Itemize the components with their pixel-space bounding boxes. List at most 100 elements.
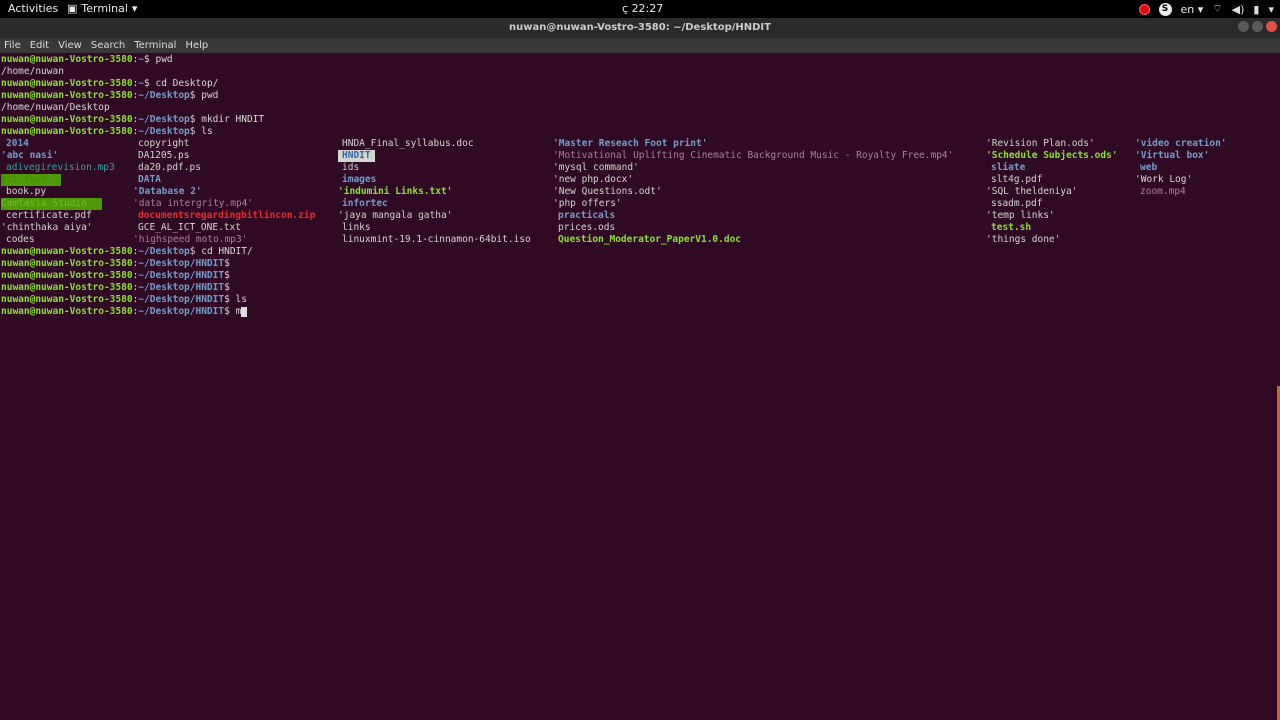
ls-entry: ids [342,162,360,173]
ls-entry: 'Work Log' [1135,174,1193,185]
terminal-line: nuwan@nuwan-Vostro-3580:~/Desktop/HNDIT$… [1,294,247,305]
command-text: cd Desktop/ [155,78,219,89]
terminal-line: nuwan@nuwan-Vostro-3580:~/Desktop$ ls [1,126,213,137]
clock[interactable]: ç 22:27 [622,2,663,15]
ls-entry: Question_Moderator_PaperV1.0.doc [558,234,742,245]
menu-terminal[interactable]: Terminal [134,40,176,51]
wifi-icon[interactable]: ⌔ [1212,2,1222,16]
terminal-line: nuwan@nuwan-Vostro-3580:~/Desktop/HNDIT$ [1,258,230,269]
ls-entry: zoom.mp4 [1140,186,1186,197]
menu-edit[interactable]: Edit [30,40,49,51]
prompt-user: nuwan@nuwan-Vostro-3580 [1,78,133,89]
ls-entry: 'abc nasi' [1,150,59,161]
prompt-path: ~/Desktop/HNDIT [138,306,225,317]
minimize-button[interactable] [1238,21,1249,32]
clock-prefix: ç [622,2,629,15]
window-controls [1238,21,1277,32]
prompt-path: ~/Desktop [138,114,190,125]
prompt-user: nuwan@nuwan-Vostro-3580 [1,246,133,257]
ls-entry: test.sh [991,222,1032,233]
terminal-line: nuwan@nuwan-Vostro-3580:~/Desktop/HNDIT$ [1,282,230,293]
ls-entry: web [1140,162,1158,173]
ls-entry: 'Revision Plan.ods' [986,138,1095,149]
ls-entry: 'new php.docx' [553,174,634,185]
terminal-prompt-current[interactable]: nuwan@nuwan-Vostro-3580:~/Desktop/HNDIT$… [1,306,248,318]
ls-entry: slt4g.pdf [991,174,1043,185]
ls-entry: codes [6,234,35,245]
prompt-path: ~/Desktop/HNDIT [138,258,225,269]
terminal-line: nuwan@nuwan-Vostro-3580:~/Desktop$ cd HN… [1,246,253,257]
menu-view[interactable]: View [58,40,82,51]
ls-entry: 'Schedule Subjects.ods' [986,150,1118,161]
terminal-line: nuwan@nuwan-Vostro-3580:~/Desktop$ mkdir… [1,114,265,125]
ls-entry: 'chinthaka aiya' [1,222,93,233]
skype-icon[interactable]: S [1158,2,1172,16]
menu-search[interactable]: Search [91,40,125,51]
record-icon[interactable] [1138,3,1150,15]
app-menu[interactable]: ▣ Terminal ▾ [67,2,137,15]
ls-entry: linuxmint-19.1-cinnamon-64bit.iso [342,234,531,245]
window-titlebar[interactable]: nuwan@nuwan-Vostro-3580: ~/Desktop/HNDIT [0,18,1280,38]
activities-button[interactable]: Activities [8,2,58,15]
app-menu-label: Terminal [81,2,128,15]
ls-entry: practicals [558,210,616,221]
prompt-user: nuwan@nuwan-Vostro-3580 [1,270,133,281]
ls-entry: prices.ods [558,222,616,233]
prompt-path: ~ [138,54,145,65]
window-title: nuwan@nuwan-Vostro-3580: ~/Desktop/HNDIT [509,22,771,33]
ls-entry: 2014 [6,138,29,149]
maximize-button[interactable] [1252,21,1263,32]
command-text: cd HNDIT/ [201,246,253,257]
ls-entry: HNDA_Final_syllabus.doc [342,138,474,149]
ls-entry: 'mysql command' [553,162,639,173]
top-bar: Activities ▣ Terminal ▾ ç 22:27 S en ▾ ⌔… [0,0,1280,18]
ls-entry: 'temp links' [986,210,1055,221]
prompt-path: ~/Desktop [138,126,190,137]
terminal-line: nuwan@nuwan-Vostro-3580:~/Desktop/HNDIT$ [1,270,230,281]
menu-help[interactable]: Help [185,40,208,51]
command-text: ls [201,126,213,137]
ls-entry: copyright [138,138,190,149]
ls-entry: Camtasia Studio [1,198,102,210]
ls-entry: DATA [138,174,161,185]
prompt-user: nuwan@nuwan-Vostro-3580 [1,258,133,269]
ls-entry: 'highspeed moto.mp3' [133,234,248,245]
volume-icon[interactable]: ◀) [1232,3,1245,16]
ls-entry: 'jaya mangala gatha' [338,210,453,221]
language-indicator[interactable]: en ▾ [1181,3,1204,16]
ls-entry: 'Database 2' [133,186,202,197]
ls-entry: adivegirevision.mp3 [6,162,115,173]
command-text: pwd [155,54,173,65]
text-cursor [241,306,248,317]
battery-icon[interactable]: ▮ [1253,3,1259,16]
terminal-output: /home/nuwan/Desktop [1,102,110,113]
ls-entry: links [342,222,371,233]
prompt-path: ~ [138,78,145,89]
ls-entry: 'SQL theldeniya' [986,186,1078,197]
ls-entry: da20.pdf.ps [138,162,201,173]
menu-file[interactable]: File [4,40,21,51]
ls-entry: 'video creation' [1135,138,1227,149]
prompt-user: nuwan@nuwan-Vostro-3580 [1,114,133,125]
command-text: pwd [201,90,219,101]
ls-entry: 'Virtual box' [1135,150,1210,161]
prompt-user: nuwan@nuwan-Vostro-3580 [1,90,133,101]
clock-time: 22:27 [631,2,664,15]
ls-entry: GCE_AL_ICT_ONE.txt [138,222,241,233]
command-text: ls [235,294,247,305]
prompt-user: nuwan@nuwan-Vostro-3580 [1,282,133,293]
ls-entry: 'Master Reseach Foot print' [553,138,708,149]
terminal-view[interactable]: nuwan@nuwan-Vostro-3580:~$ pwd /home/nuw… [0,53,1280,720]
ls-entry: ssadm.pdf [991,198,1043,209]
close-button[interactable] [1266,21,1277,32]
terminal-line: nuwan@nuwan-Vostro-3580:~$ pwd [1,54,173,65]
ls-entry: 'indumini Links.txt' [338,186,453,197]
prompt-path: ~/Desktop [138,90,190,101]
ls-entry: certificate.pdf [6,210,92,221]
ls-entry: book.py [6,186,47,197]
prompt-path: ~/Desktop/HNDIT [138,270,225,281]
chevron-down-icon[interactable]: ▾ [1268,3,1274,16]
ls-entry: 'New Questions.odt' [553,186,662,197]
prompt-path: ~/Desktop [138,246,190,257]
terminal-icon: ▣ [67,2,78,15]
